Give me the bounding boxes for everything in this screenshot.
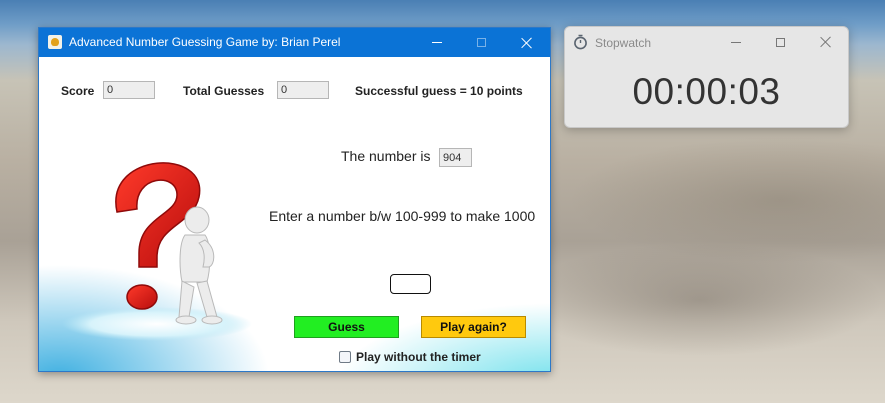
stopwatch-time: 00:00:03 <box>632 71 781 112</box>
close-button[interactable] <box>504 28 550 57</box>
minimize-icon <box>731 41 741 43</box>
thinking-figure <box>175 206 223 325</box>
timer-checkbox-label[interactable]: Play without the timer <box>356 350 481 364</box>
question-mark-figure <box>62 162 252 341</box>
stopwatch-minimize-button[interactable] <box>713 27 759 57</box>
stopwatch-window: Stopwatch 00:00:03 <box>564 26 849 128</box>
score-label: Score <box>61 84 95 98</box>
number-label: The number is <box>341 148 431 164</box>
total-guesses-field[interactable] <box>277 81 329 99</box>
score-field[interactable] <box>103 81 155 99</box>
close-icon <box>521 37 533 49</box>
game-titlebar[interactable]: Advanced Number Guessing Game by: Brian … <box>39 28 550 57</box>
stopwatch-icon <box>574 34 587 50</box>
stopwatch-close-button[interactable] <box>803 27 848 57</box>
maximize-icon <box>476 38 486 47</box>
points-rule-text: Successful guess = 10 points <box>355 84 523 98</box>
total-guesses-label: Total Guesses <box>183 84 265 98</box>
timer-checkbox[interactable] <box>339 351 351 363</box>
stopwatch-title: Stopwatch <box>595 36 652 50</box>
guess-input[interactable] <box>390 274 431 294</box>
window-title: Advanced Number Guessing Game by: Brian … <box>69 35 341 49</box>
number-field[interactable] <box>439 148 472 167</box>
minimize-button[interactable] <box>414 28 460 57</box>
play-again-button[interactable]: Play again? <box>421 316 526 338</box>
maximize-icon <box>775 37 785 47</box>
minimize-icon <box>432 42 442 43</box>
stopwatch-maximize-button[interactable] <box>757 27 803 57</box>
guess-button[interactable]: Guess <box>294 316 399 338</box>
game-content: Score Total Guesses Successful guess = 1… <box>39 57 550 371</box>
question-mark-dot <box>126 284 158 310</box>
app-icon <box>48 35 62 49</box>
maximize-button[interactable] <box>458 28 504 57</box>
instruction-text: Enter a number b/w 100-999 to make 1000 <box>269 208 536 224</box>
stopwatch-titlebar[interactable]: Stopwatch <box>565 27 848 57</box>
game-window: Advanced Number Guessing Game by: Brian … <box>38 27 551 372</box>
close-icon <box>820 36 832 48</box>
pedestal-shape <box>62 307 252 341</box>
